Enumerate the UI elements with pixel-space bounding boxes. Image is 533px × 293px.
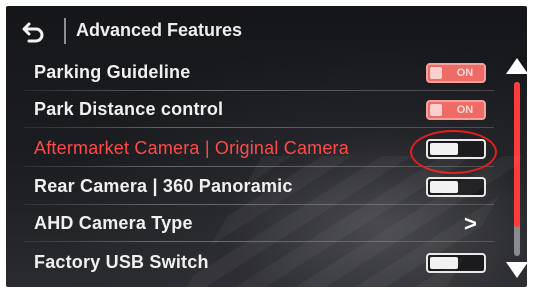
toggle-knob	[430, 104, 442, 116]
scroll-track[interactable]	[514, 82, 520, 256]
setting-row-parking-guideline[interactable]: Parking Guideline ON	[16, 54, 494, 91]
factory-usb-switch-toggle[interactable]	[426, 253, 486, 273]
back-button[interactable]	[18, 18, 50, 46]
toggle-knob	[430, 67, 442, 79]
setting-row-factory-usb-switch[interactable]: Factory USB Switch	[16, 244, 494, 281]
rear-camera-mode-toggle[interactable]	[426, 177, 486, 197]
scrollbar[interactable]	[505, 56, 527, 286]
setting-label: Parking Guideline	[34, 62, 191, 82]
row-divider	[24, 241, 494, 242]
header-divider	[64, 18, 66, 44]
row-divider	[24, 166, 494, 167]
triangle-up-icon[interactable]	[505, 56, 527, 76]
setting-label: Rear Camera | 360 Panoramic	[34, 176, 293, 196]
setting-row-rear-camera-mode[interactable]: Rear Camera | 360 Panoramic	[16, 168, 494, 205]
toggle-knob	[430, 181, 458, 193]
scroll-thumb[interactable]	[514, 82, 520, 227]
page-title: Advanced Features	[76, 20, 243, 40]
screen: Advanced Features Parking Guideline ON P…	[6, 6, 527, 287]
setting-label: AHD Camera Type	[34, 213, 193, 233]
row-divider	[24, 127, 494, 128]
highlight-ring	[410, 130, 497, 174]
park-distance-toggle[interactable]: ON	[426, 100, 486, 120]
setting-row-ahd-camera-type[interactable]: AHD Camera Type >	[16, 205, 494, 242]
toggle-on-text: ON	[456, 104, 474, 116]
back-arrow-icon	[22, 22, 44, 43]
header: Advanced Features	[6, 6, 527, 54]
toggle-on-text: ON	[456, 67, 474, 79]
setting-label: Factory USB Switch	[34, 252, 209, 272]
setting-row-park-distance-control[interactable]: Park Distance control ON	[16, 91, 494, 128]
setting-label: Park Distance control	[34, 99, 224, 119]
toggle-knob	[430, 257, 458, 269]
triangle-down-icon[interactable]	[505, 260, 527, 280]
setting-label: Aftermarket Camera | Original Camera	[34, 138, 349, 158]
parking-guideline-toggle[interactable]: ON	[426, 63, 486, 83]
chevron-right-icon: >	[464, 211, 477, 236]
